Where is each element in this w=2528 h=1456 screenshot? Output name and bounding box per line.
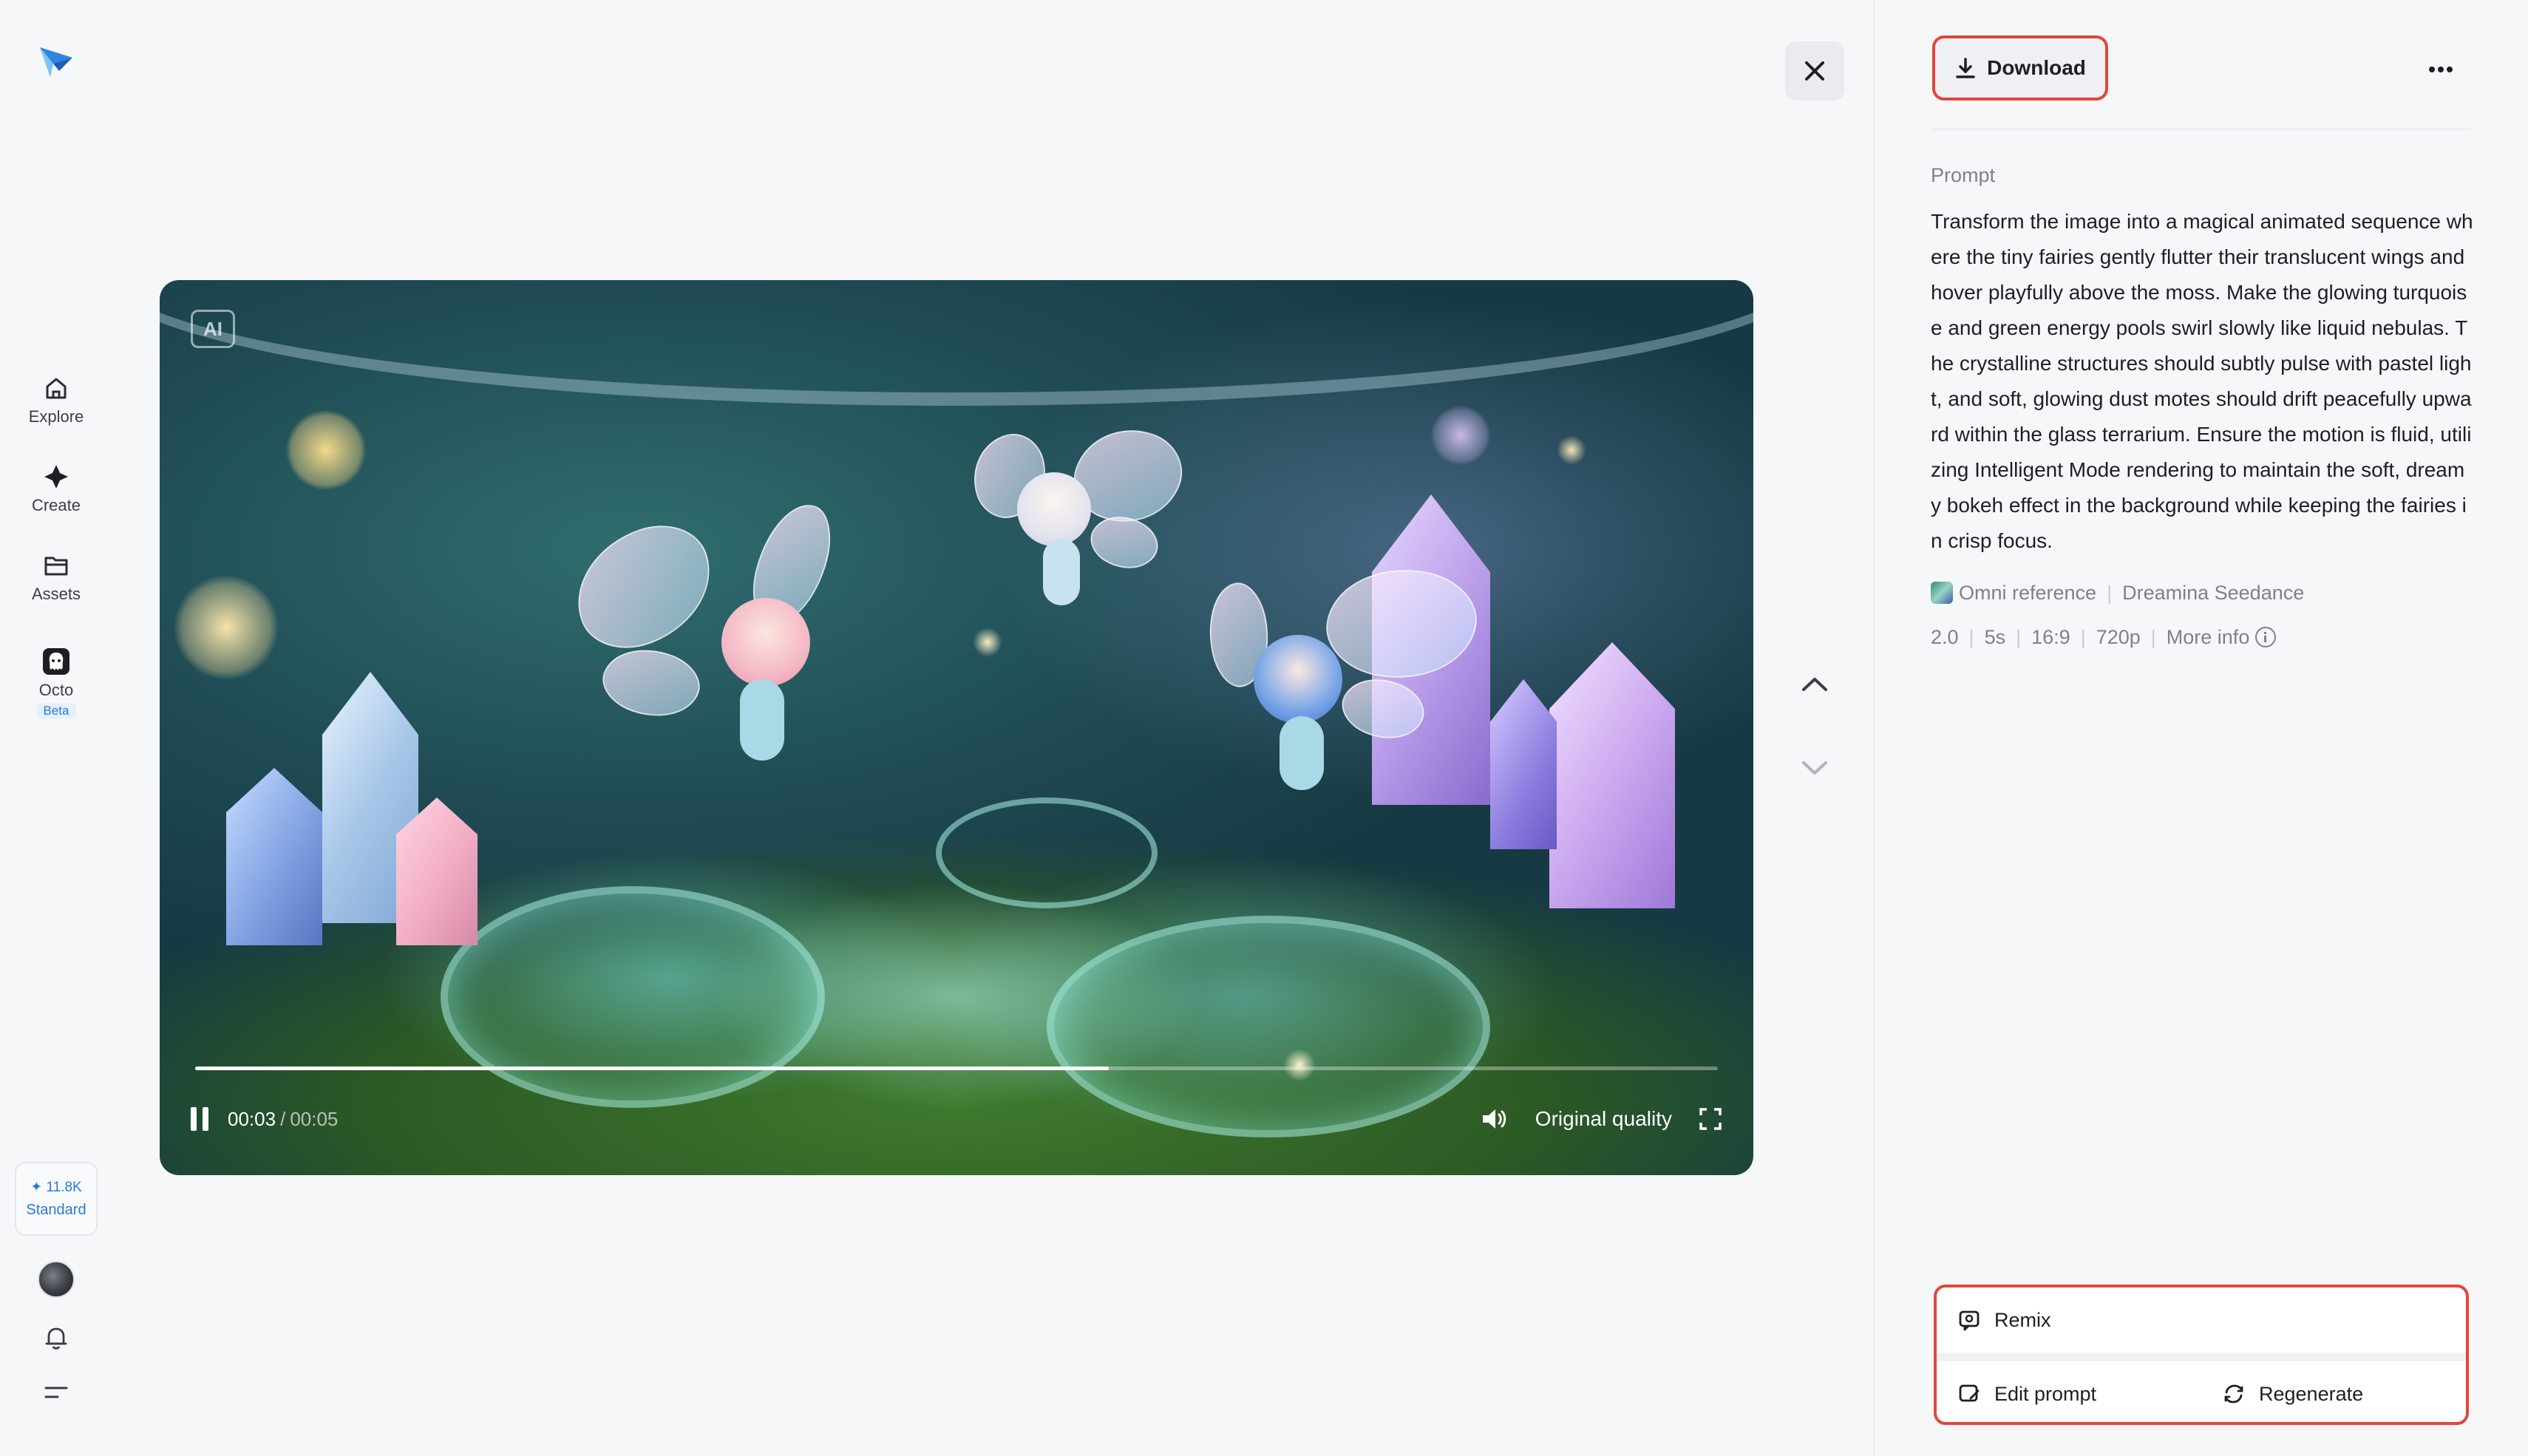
more-options-icon[interactable]	[2425, 56, 2457, 83]
ai-watermark: AI	[191, 310, 235, 348]
more-info-link[interactable]: More info	[2167, 626, 2277, 648]
progress-fill	[195, 1067, 1109, 1070]
bokeh-light	[1557, 435, 1586, 465]
meta-ratio: 16:9	[2031, 626, 2070, 648]
video-player[interactable]: AI 00:03 / 00:05 Original quality	[160, 280, 1753, 1175]
action-divider	[1937, 1353, 2466, 1361]
nav-label-assets: Assets	[31, 585, 81, 603]
crystal	[226, 768, 322, 945]
bell-icon[interactable]	[41, 1323, 71, 1353]
octo-icon	[43, 648, 69, 675]
generation-meta: Omni reference | Dreamina Seedance 2.0 | 5s |…	[1931, 582, 2305, 648]
menu-icon[interactable]	[43, 1382, 69, 1404]
avatar[interactable]	[38, 1261, 75, 1298]
regenerate-icon	[2224, 1384, 2243, 1404]
time-total: 00:05	[290, 1107, 339, 1130]
download-label: Download	[1987, 56, 2086, 79]
energy-pool	[441, 886, 825, 1108]
prompt-label: Prompt	[1931, 164, 1996, 186]
credits-card[interactable]: ✦ 11.8K Standard	[15, 1162, 98, 1236]
app-logo-icon[interactable]	[37, 41, 75, 80]
bokeh-light	[285, 409, 367, 491]
energy-pool	[936, 797, 1158, 908]
info-icon	[2255, 627, 2277, 647]
nav-label-octo: Octo	[38, 681, 74, 699]
meta-reference: Omni reference	[1959, 582, 2097, 604]
sparkle-icon	[44, 465, 68, 489]
download-icon	[1956, 58, 1975, 78]
nav-label-explore: Explore	[28, 407, 84, 426]
remix-icon	[1959, 1310, 1980, 1331]
left-sidebar: Explore Create Assets Octo Beta ✦ 11.8K …	[0, 0, 112, 1456]
time-current: 00:03	[228, 1107, 276, 1130]
time-separator: /	[280, 1107, 286, 1130]
nav-label-create: Create	[31, 496, 81, 514]
regenerate-button[interactable]: Regenerate	[2201, 1382, 2466, 1406]
crystal	[1549, 642, 1675, 908]
quality-selector[interactable]: Original quality	[1535, 1107, 1672, 1131]
download-button[interactable]: Download	[1932, 35, 2108, 101]
regenerate-label: Regenerate	[2259, 1382, 2364, 1405]
pause-icon[interactable]	[191, 1107, 213, 1131]
more-info-label: More info	[2166, 626, 2250, 648]
beta-badge: Beta	[35, 703, 77, 719]
bokeh-light	[174, 576, 278, 679]
panel-divider	[1873, 0, 1875, 1456]
close-icon	[1805, 61, 1824, 81]
fairy-white	[963, 412, 1195, 635]
previous-arrow-icon[interactable]	[1796, 669, 1833, 698]
nav-item-create[interactable]: Create	[12, 462, 101, 515]
panel-separator	[1931, 129, 2470, 130]
folder-icon	[44, 557, 68, 576]
meta-duration: 5s	[1984, 626, 2006, 648]
bokeh-light	[1431, 406, 1490, 465]
credits-amount: ✦ 11.8K	[30, 1180, 82, 1195]
remix-button[interactable]: Remix	[1937, 1287, 2466, 1353]
progress-bar[interactable]	[195, 1067, 1718, 1070]
terrarium-rim	[160, 280, 1753, 406]
edit-prompt-button[interactable]: Edit prompt	[1937, 1382, 2201, 1406]
nav-item-explore[interactable]: Explore	[12, 373, 101, 426]
next-arrow-icon[interactable]	[1796, 754, 1833, 783]
fullscreen-icon[interactable]	[1699, 1107, 1722, 1131]
reference-thumbnail	[1931, 582, 1953, 604]
edit-icon	[1959, 1384, 1980, 1402]
crystal	[1490, 679, 1557, 849]
remix-label: Remix	[1994, 1308, 2051, 1331]
meta-resolution: 720p	[2096, 626, 2141, 648]
player-controls: 00:03 / 00:05 Original quality	[191, 1100, 1722, 1137]
home-icon	[46, 378, 67, 399]
nav-item-octo[interactable]: Octo Beta	[12, 647, 101, 719]
fairy-pink	[559, 495, 854, 783]
prompt-text: Transform the image into a magical anima…	[1931, 210, 2473, 552]
fairy-blue	[1200, 554, 1490, 790]
action-panel: Remix Edit prompt Regenerate	[1934, 1285, 2469, 1425]
edit-prompt-label: Edit prompt	[1994, 1382, 2097, 1405]
plan-tier: Standard	[26, 1202, 86, 1218]
close-button[interactable]	[1785, 41, 1844, 101]
nav-item-assets[interactable]: Assets	[12, 551, 101, 604]
volume-icon[interactable]	[1481, 1106, 1509, 1132]
